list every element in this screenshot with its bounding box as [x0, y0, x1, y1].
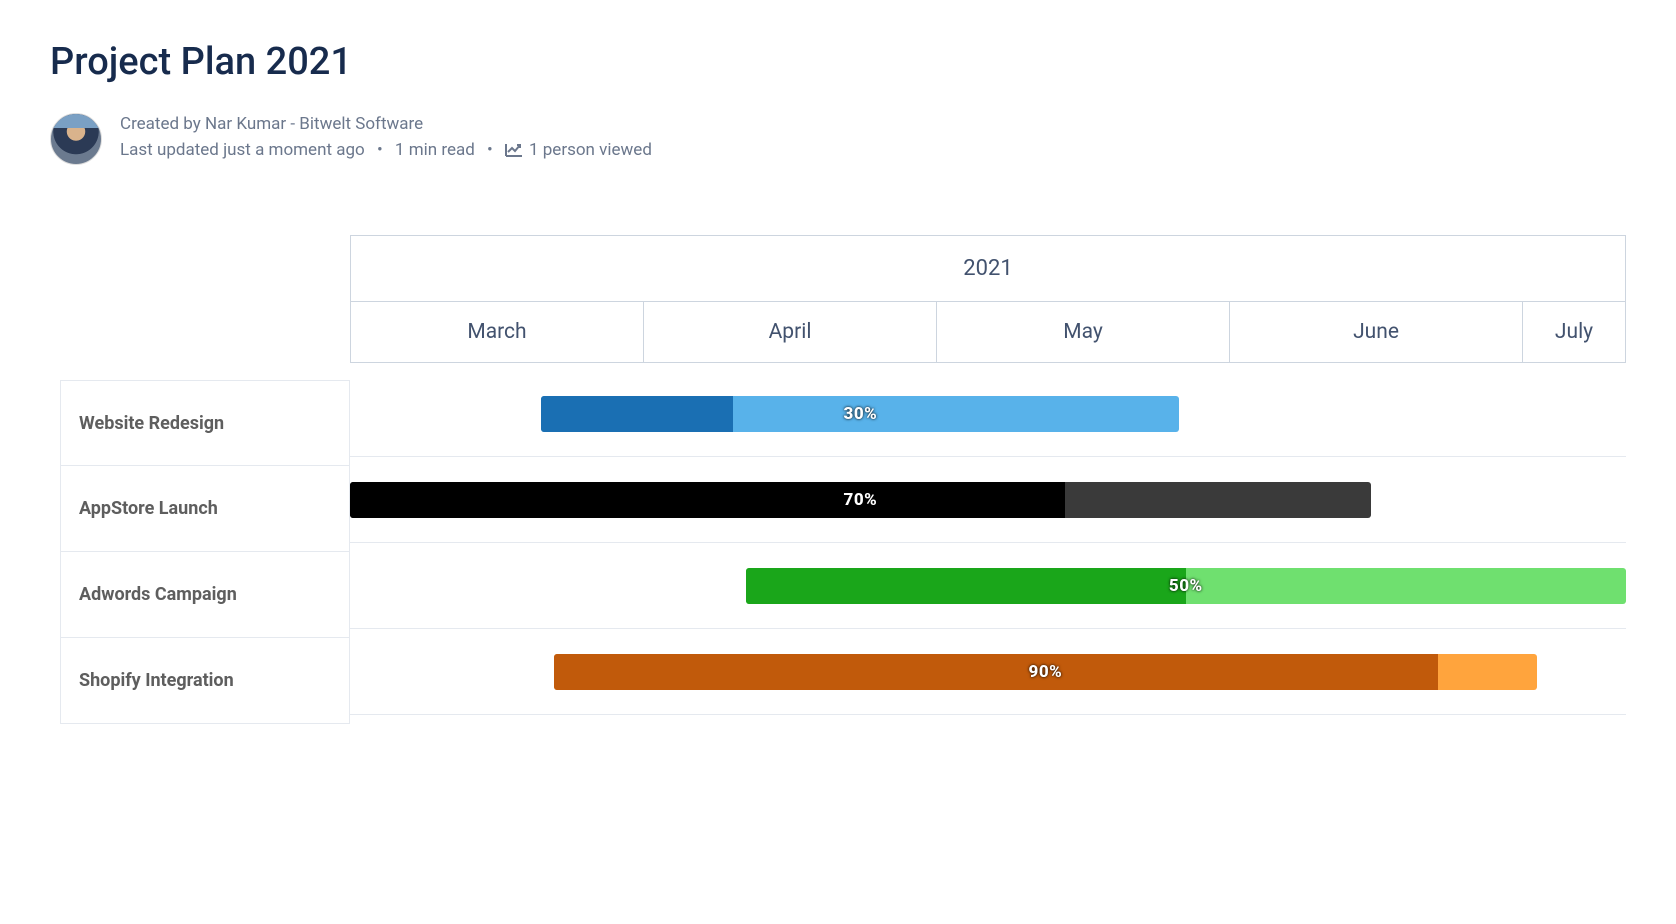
gantt-task-row: 90%: [350, 629, 1626, 715]
byline: Created by Nar Kumar - Bitwelt Software …: [50, 112, 1626, 165]
gantt-bar-progress-label: 30%: [541, 396, 1179, 432]
gantt-bar[interactable]: 50%: [746, 568, 1626, 604]
read-time: 1 min read: [395, 140, 475, 160]
page-title: Project Plan 2021: [50, 40, 1626, 84]
gantt-chart: Website RedesignAppStore LaunchAdwords C…: [60, 235, 1626, 724]
last-updated: Last updated just a moment ago: [120, 140, 365, 160]
author-avatar[interactable]: [50, 113, 102, 165]
gantt-month-header: April: [644, 302, 937, 362]
gantt-month-header: May: [937, 302, 1230, 362]
analytics-icon: [505, 140, 523, 166]
gantt-task-label: AppStore Launch: [60, 466, 350, 552]
gantt-task-row: 70%: [350, 457, 1626, 543]
gantt-month-header: July: [1523, 302, 1625, 362]
gantt-task-row: 50%: [350, 543, 1626, 629]
gantt-timeline-header: 2021 MarchAprilMayJuneJuly: [350, 235, 1626, 363]
view-count[interactable]: 1 person viewed: [529, 140, 652, 160]
gantt-bar-progress-label: 70%: [350, 482, 1371, 518]
gantt-task-label: Adwords Campaign: [60, 552, 350, 638]
created-by-prefix: Created by: [120, 114, 205, 134]
gantt-bar[interactable]: 30%: [541, 396, 1179, 432]
gantt-task-row: 30%: [350, 371, 1626, 457]
gantt-task-label: Website Redesign: [60, 380, 350, 466]
separator-dot: •: [487, 140, 493, 160]
gantt-month-header: June: [1230, 302, 1523, 362]
gantt-bar-progress-label: 90%: [554, 654, 1537, 690]
gantt-bar-progress-label: 50%: [746, 568, 1626, 604]
separator-dot: •: [377, 140, 383, 160]
gantt-bar[interactable]: 90%: [554, 654, 1537, 690]
gantt-bar[interactable]: 70%: [350, 482, 1371, 518]
gantt-month-header: March: [351, 302, 644, 362]
gantt-task-label: Shopify Integration: [60, 638, 350, 724]
author-name[interactable]: Nar Kumar - Bitwelt Software: [205, 114, 423, 134]
gantt-year-label: 2021: [351, 236, 1625, 302]
